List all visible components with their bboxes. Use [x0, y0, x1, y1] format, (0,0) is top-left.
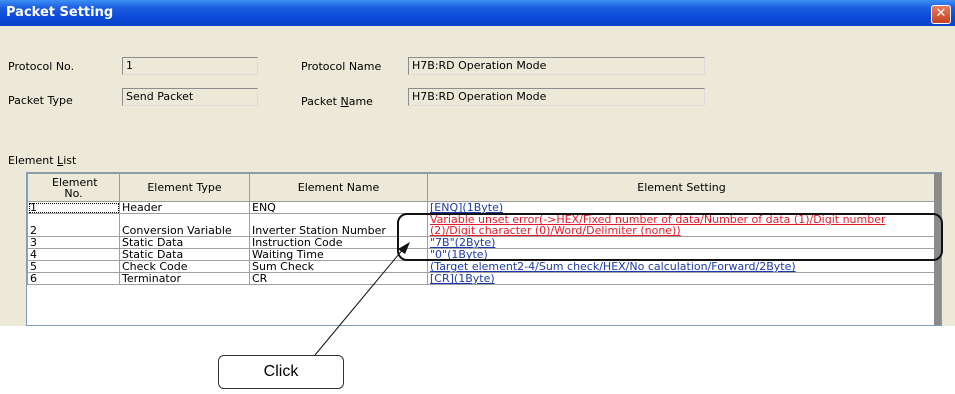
callout-leader-line	[314, 247, 405, 356]
highlight-rounded-rect	[397, 213, 943, 261]
callout-arrowhead	[398, 242, 410, 254]
annotation-overlay	[314, 213, 943, 356]
click-callout: Click	[218, 355, 344, 389]
